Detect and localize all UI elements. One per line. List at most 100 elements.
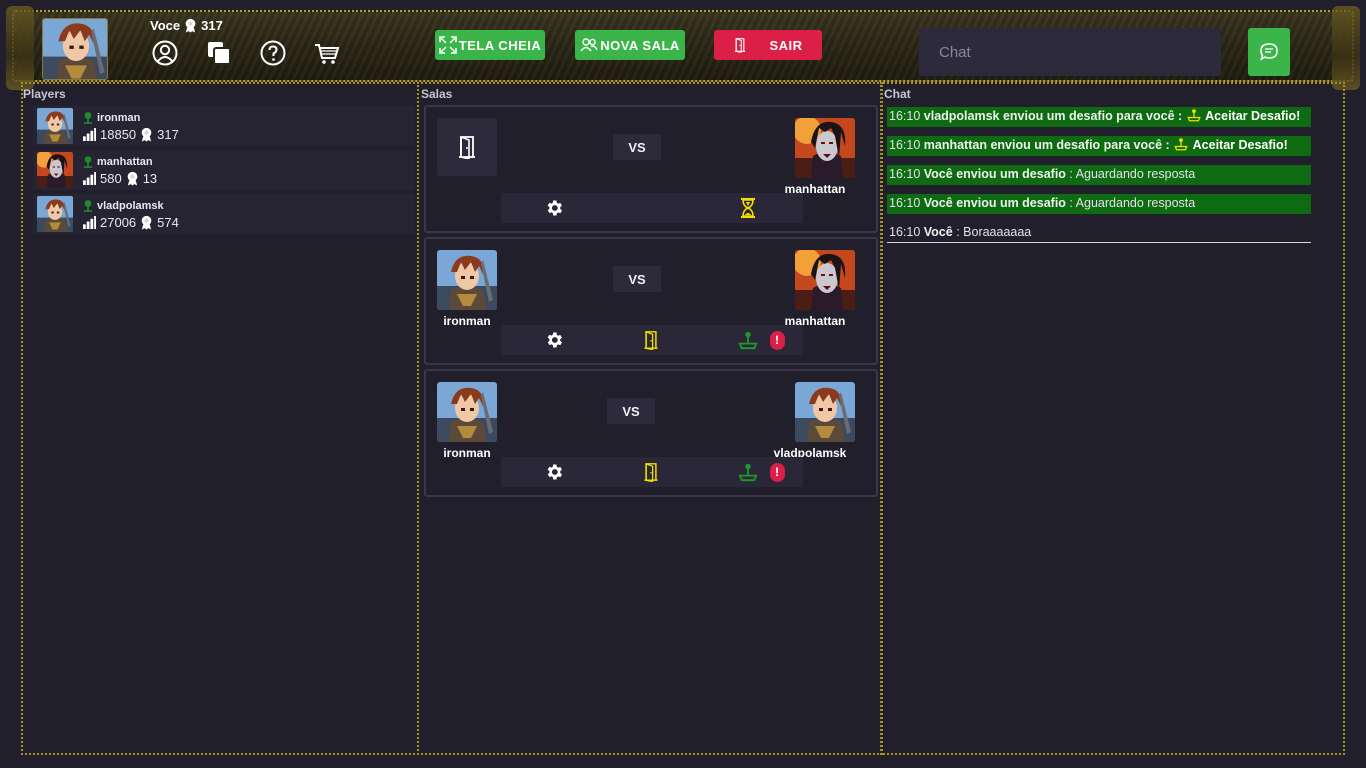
message-text: Você	[923, 225, 953, 239]
medal-icon	[140, 127, 153, 142]
player-row[interactable]: ironman 18850 317	[33, 106, 415, 146]
door-icon[interactable]	[640, 329, 662, 351]
chat-message-list: 16:10 vladpolamsk enviou um desafio para…	[887, 107, 1311, 252]
chat-input[interactable]	[919, 28, 1221, 76]
player-avatar	[437, 250, 497, 310]
top-bar: Voce 317 TELA CHEIA NOVA SALA SAIR	[6, 6, 1360, 90]
joystick-icon	[1186, 108, 1202, 122]
help-icon[interactable]	[258, 38, 288, 68]
join-room-slot[interactable]	[437, 118, 497, 176]
player-avatar	[795, 382, 855, 442]
room-card: ironman VS vladpolamsk !	[424, 369, 878, 497]
player-avatar	[37, 108, 73, 144]
vs-label: VS	[613, 134, 661, 160]
message-rest: : Aguardando resposta	[1069, 196, 1196, 210]
medal-icon	[140, 215, 153, 230]
player-points: 574	[157, 214, 179, 230]
fullscreen-button[interactable]: TELA CHEIA	[435, 30, 545, 60]
accept-challenge-link[interactable]: Aceitar Desafio!	[1205, 109, 1300, 123]
chat-send-button[interactable]	[1248, 28, 1290, 76]
joystick-icon[interactable]	[737, 461, 759, 483]
message-text: manhattan enviou um desafio para você :	[923, 138, 1170, 152]
player-avatar	[37, 152, 73, 188]
chat-panel: Chat 16:10 vladpolamsk enviou um desafio…	[880, 82, 1345, 755]
message-rest: : Aguardando resposta	[1069, 167, 1196, 181]
message-time: 16:10	[889, 196, 921, 210]
room-actions	[501, 193, 803, 223]
online-pin-icon	[83, 111, 93, 125]
chat-message: 16:10 Você enviou um desafio : Aguardand…	[887, 165, 1311, 185]
vs-label: VS	[607, 398, 655, 424]
alert-badge: !	[766, 329, 788, 351]
user-avatar[interactable]	[42, 18, 108, 80]
joystick-icon	[1173, 137, 1189, 151]
exit-button[interactable]: SAIR	[714, 30, 822, 60]
settings-gear-icon[interactable]	[543, 461, 565, 483]
room-actions: !	[501, 457, 803, 487]
door-icon	[456, 134, 478, 160]
joystick-icon[interactable]	[737, 329, 759, 351]
user-circle-icon[interactable]	[150, 38, 180, 68]
player-row[interactable]: vladpolamsk 27006 574	[33, 194, 415, 234]
player-avatar	[795, 118, 855, 178]
expand-icon	[438, 36, 457, 54]
message-text: Você enviou um desafio	[923, 167, 1066, 181]
chat-message: 16:10 manhattan enviou um desafio para v…	[887, 136, 1311, 156]
users-icon	[580, 38, 598, 52]
message-time: 16:10	[889, 109, 921, 123]
settings-gear-icon[interactable]	[543, 197, 565, 219]
settings-gear-icon[interactable]	[543, 329, 565, 351]
hourglass-icon	[737, 197, 759, 219]
players-panel: Players ironman 18850 317 manhattan 580 13…	[21, 82, 419, 755]
door-icon[interactable]	[640, 461, 662, 483]
player-points: 13	[142, 170, 158, 186]
player-score: 27006	[100, 214, 137, 230]
user-name: Voce	[150, 18, 181, 33]
top-icon-bar	[150, 38, 342, 68]
rank-bars-icon	[83, 216, 96, 229]
player-name: ironman	[443, 314, 491, 328]
chat-message: 16:10 Você : Boraaaaaaa	[887, 223, 1311, 243]
message-time: 16:10	[889, 225, 921, 239]
exit-label: SAIR	[769, 37, 803, 53]
room-card: ironman VS manhattan !	[424, 237, 878, 365]
message-time: 16:10	[889, 138, 921, 152]
room-actions: !	[501, 325, 803, 355]
player-name: ironman	[443, 446, 491, 460]
medal-icon	[184, 18, 197, 33]
message-text: Você enviou um desafio	[923, 196, 1066, 210]
user-info: Voce 317	[150, 18, 223, 33]
chat-bubble-icon	[1260, 43, 1278, 61]
rooms-panel: Salas VS manhattan ironman VS manhattan …	[417, 82, 883, 755]
vs-label: VS	[613, 266, 661, 292]
chat-title: Chat	[884, 87, 911, 101]
online-pin-icon	[83, 155, 93, 169]
player-score: 18850	[100, 126, 137, 142]
new-room-label: NOVA SALA	[600, 37, 680, 53]
player-row[interactable]: manhattan 580 13	[33, 150, 415, 190]
player-avatar	[795, 250, 855, 310]
rooms-title: Salas	[421, 87, 453, 101]
players-title: Players	[23, 87, 66, 101]
medal-icon	[126, 171, 139, 186]
player-name: ironman	[97, 111, 141, 124]
player-name: vladpolamsk	[97, 199, 164, 212]
rank-bars-icon	[83, 172, 96, 185]
message-rest: : Boraaaaaaa	[956, 225, 1032, 239]
cart-icon[interactable]	[312, 38, 342, 68]
player-avatar	[37, 196, 73, 232]
door-icon	[733, 37, 747, 53]
fullscreen-label: TELA CHEIA	[458, 37, 542, 53]
alert-badge: !	[766, 461, 788, 483]
message-text: vladpolamsk enviou um desafio para você …	[923, 109, 1183, 123]
copy-icon[interactable]	[204, 38, 234, 68]
rank-bars-icon	[83, 128, 96, 141]
player-name: manhattan	[97, 155, 153, 168]
player-avatar	[437, 382, 497, 442]
chat-message: 16:10 vladpolamsk enviou um desafio para…	[887, 107, 1311, 127]
room-card: VS manhattan	[424, 105, 878, 233]
user-points: 317	[201, 18, 223, 33]
new-room-button[interactable]: NOVA SALA	[575, 30, 685, 60]
accept-challenge-link[interactable]: Aceitar Desafio!	[1193, 138, 1288, 152]
online-pin-icon	[83, 199, 93, 213]
